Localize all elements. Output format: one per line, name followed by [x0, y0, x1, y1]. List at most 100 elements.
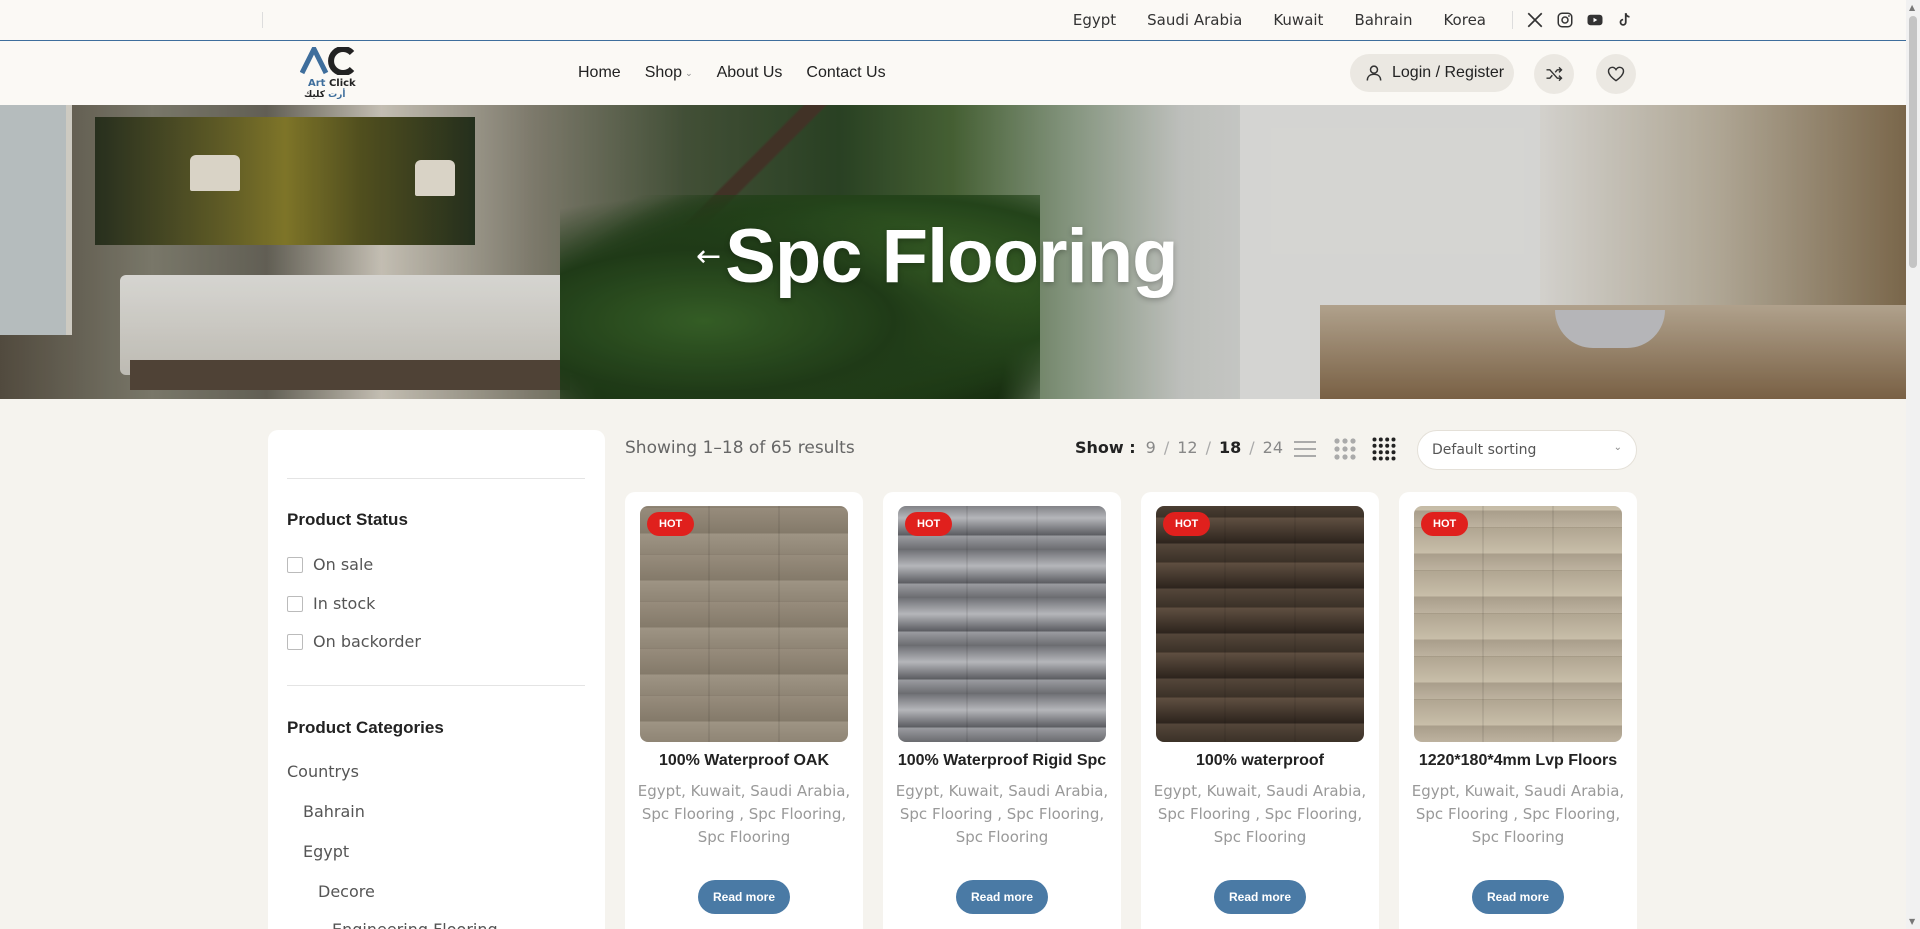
product-image[interactable] — [898, 506, 1106, 742]
grid-4-view-icon[interactable] — [1371, 436, 1397, 462]
grid-3-view-icon[interactable] — [1332, 436, 1358, 462]
read-more-button[interactable]: Read more — [1472, 880, 1564, 914]
checkbox[interactable] — [287, 595, 303, 612]
x-icon[interactable] — [1525, 10, 1545, 30]
product-image[interactable] — [1156, 506, 1364, 742]
read-more-button[interactable]: Read more — [698, 880, 790, 914]
per-page-label: Show : — [1075, 438, 1136, 457]
product-title[interactable]: 100% Waterproof Rigid Spc — [883, 752, 1121, 770]
filter-on-sale[interactable]: On sale — [287, 555, 373, 574]
hot-badge: HOT — [905, 512, 953, 536]
product-image-texture — [1156, 506, 1364, 742]
product-title[interactable]: 1220*180*4mm Lvp Floors — [1399, 752, 1637, 770]
nav-shop[interactable]: Shop ⌄ — [645, 64, 693, 82]
list-view-icon[interactable] — [1292, 436, 1318, 462]
product-card: HOT 100% waterproof Egypt, Kuwait, Saudi… — [1141, 492, 1379, 929]
per-page-selector: Show : 9 / 12 / 18 / 24 — [1075, 438, 1283, 457]
country-link-saudi-arabia[interactable]: Saudi Arabia — [1147, 11, 1242, 29]
chevron-down-icon: ⌄ — [1613, 442, 1622, 453]
tiktok-icon[interactable] — [1615, 10, 1635, 30]
product-card: HOT 1220*180*4mm Lvp Floors Egypt, Kuwai… — [1399, 492, 1637, 929]
results-count: Showing 1–18 of 65 results — [625, 438, 855, 458]
product-status-heading: Product Status — [287, 510, 408, 529]
shuffle-icon — [1546, 66, 1563, 82]
divider — [287, 478, 585, 479]
country-link-kuwait[interactable]: Kuwait — [1273, 11, 1323, 29]
product-image-texture — [1414, 506, 1622, 742]
product-image[interactable] — [640, 506, 848, 742]
country-link-korea[interactable]: Korea — [1443, 11, 1486, 29]
filter-label: In stock — [313, 594, 376, 613]
nav-contact-us[interactable]: Contact Us — [806, 64, 885, 82]
nav-home[interactable]: Home — [578, 64, 621, 82]
top-bar-divider — [262, 12, 263, 28]
read-more-button[interactable]: Read more — [956, 880, 1048, 914]
nav-shop-label: Shop — [644, 64, 683, 81]
back-arrow-icon[interactable]: ← — [696, 239, 721, 274]
category-countrys[interactable]: Countrys — [287, 762, 359, 781]
category-engineering-flooring[interactable]: Engineering Flooring — [332, 920, 498, 929]
scrollbar-thumb[interactable] — [1909, 16, 1917, 268]
social-divider — [1512, 11, 1513, 29]
site-logo[interactable]: Art Click أرت كليك — [298, 45, 362, 101]
nav-about-us[interactable]: About Us — [717, 64, 783, 82]
filter-sidebar: Product Status On sale In stock On backo… — [268, 430, 605, 929]
user-icon — [1366, 65, 1382, 81]
separator: / — [1205, 438, 1211, 457]
hot-badge: HOT — [1163, 512, 1211, 536]
hot-badge: HOT — [647, 512, 695, 536]
category-egypt[interactable]: Egypt — [303, 842, 349, 861]
product-card: HOT 100% Waterproof OAK Egypt, Kuwait, S… — [625, 492, 863, 929]
login-register-button[interactable]: Login / Register — [1350, 54, 1514, 92]
per-page-24[interactable]: 24 — [1263, 438, 1283, 457]
country-links: Egypt Saudi Arabia Kuwait Bahrain Korea — [1042, 0, 1486, 40]
per-page-9[interactable]: 9 — [1146, 438, 1156, 457]
category-bahrain[interactable]: Bahrain — [303, 802, 365, 821]
product-categories[interactable]: Egypt, Kuwait, Saudi Arabia, Spc Floorin… — [1409, 780, 1627, 849]
divider — [287, 685, 585, 686]
hero-banner: ← Spc Flooring — [0, 105, 1906, 399]
product-image[interactable] — [1414, 506, 1622, 742]
page-scrollbar[interactable]: ▲ ▼ — [1906, 0, 1920, 929]
checkbox[interactable] — [287, 633, 303, 650]
heart-icon — [1607, 66, 1625, 82]
compare-button[interactable] — [1534, 54, 1574, 94]
instagram-icon[interactable] — [1555, 10, 1575, 30]
product-categories-heading: Product Categories — [287, 718, 444, 737]
separator: / — [1249, 438, 1255, 457]
read-more-button[interactable]: Read more — [1214, 880, 1306, 914]
per-page-18[interactable]: 18 — [1219, 438, 1241, 457]
logo-arabic-text: أرت كليك — [304, 90, 346, 100]
product-categories[interactable]: Egypt, Kuwait, Saudi Arabia, Spc Floorin… — [893, 780, 1111, 849]
filter-label: On backorder — [313, 632, 421, 651]
hot-badge: HOT — [1421, 512, 1469, 536]
filter-on-backorder[interactable]: On backorder — [287, 632, 421, 651]
page-title: Spc Flooring — [725, 214, 1178, 299]
sort-dropdown[interactable]: Default sorting ⌄ — [1417, 430, 1637, 470]
main-nav: Home Shop ⌄ About Us Contact Us — [578, 41, 910, 105]
chevron-down-icon: ⌄ — [685, 67, 693, 78]
wishlist-button[interactable] — [1596, 54, 1636, 94]
scroll-down-icon[interactable]: ▼ — [1909, 917, 1915, 926]
youtube-icon[interactable] — [1585, 10, 1605, 30]
filter-in-stock[interactable]: In stock — [287, 594, 375, 613]
logo-mark — [300, 47, 355, 75]
product-title[interactable]: 100% waterproof — [1141, 752, 1379, 770]
checkbox[interactable] — [287, 556, 303, 573]
country-link-egypt[interactable]: Egypt — [1073, 11, 1116, 29]
product-image-texture — [898, 506, 1106, 742]
social-links — [1512, 0, 1645, 40]
category-decore[interactable]: Decore — [318, 882, 375, 901]
per-page-12[interactable]: 12 — [1177, 438, 1197, 457]
filter-label: On sale — [313, 555, 374, 574]
logo-text: Art Click — [308, 78, 356, 89]
site-header: Art Click أرت كليك Home Shop ⌄ About Us C… — [0, 41, 1906, 105]
product-image-texture — [640, 506, 848, 742]
product-categories[interactable]: Egypt, Kuwait, Saudi Arabia, Spc Floorin… — [635, 780, 853, 849]
scroll-up-icon[interactable]: ▲ — [1909, 3, 1915, 12]
product-title[interactable]: 100% Waterproof OAK — [625, 752, 863, 770]
country-link-bahrain[interactable]: Bahrain — [1354, 11, 1412, 29]
login-register-label: Login / Register — [1392, 64, 1505, 81]
product-categories[interactable]: Egypt, Kuwait, Saudi Arabia, Spc Floorin… — [1151, 780, 1369, 849]
hero-title-group: ← Spc Flooring — [696, 213, 1179, 300]
